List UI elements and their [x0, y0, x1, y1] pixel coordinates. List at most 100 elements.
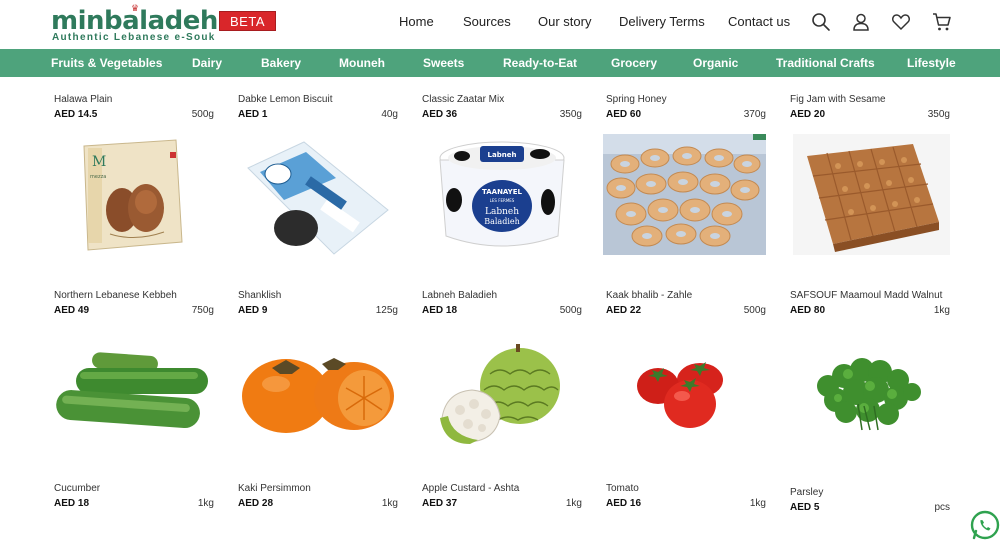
product-card[interactable]: Kaki Persimmon AED 28 1kg — [238, 483, 398, 513]
shanklish-pack-image[interactable] — [244, 140, 390, 256]
svg-text:Baladieh: Baladieh — [484, 217, 520, 226]
product-weight: 500g — [191, 109, 214, 120]
product-price: AED 20 — [790, 109, 826, 120]
kaak-bread-image[interactable] — [603, 134, 766, 255]
product-card[interactable]: Fig Jam with Sesame AED 20 350g — [790, 94, 950, 124]
product-price: AED 49 — [54, 305, 90, 316]
user-icon[interactable] — [851, 12, 871, 32]
product-card[interactable]: Classic Zaatar Mix AED 36 350g — [422, 94, 582, 124]
product-price: AED 28 — [238, 498, 274, 509]
product-name: SAFSOUF Maamoul Madd Walnut — [790, 290, 943, 301]
category-ready-to-eat[interactable]: Ready-to-Eat — [503, 56, 577, 70]
product-card[interactable]: Shanklish AED 9 125g — [238, 290, 398, 320]
product-weight: 370g — [743, 109, 766, 120]
labneh-tub-image[interactable]: Labneh TAANAYEL LES FERMES Labneh Baladi… — [436, 140, 568, 252]
nav-our-story[interactable]: Our story — [538, 14, 591, 29]
persimmon-image[interactable] — [242, 354, 394, 434]
product-weight: 500g — [743, 305, 766, 316]
maamoul-tray-image[interactable] — [793, 134, 950, 255]
category-grocery[interactable]: Grocery — [611, 56, 657, 70]
svg-text:TAANAYEL: TAANAYEL — [482, 188, 523, 196]
nav-contact-us[interactable]: Contact us — [728, 14, 790, 29]
product-price: AED 80 — [790, 305, 826, 316]
product-price: AED 9 — [238, 305, 268, 316]
category-fruits-vegetables[interactable]: Fruits & Vegetables — [51, 56, 162, 70]
product-card[interactable]: Spring Honey AED 60 370g — [606, 94, 766, 124]
category-mouneh[interactable]: Mouneh — [339, 56, 385, 70]
nav-home[interactable]: Home — [399, 14, 434, 29]
kebbeh-box-image[interactable]: M mezza — [80, 138, 184, 252]
product-card[interactable]: Tomato AED 16 1kg — [606, 483, 766, 513]
category-sweets[interactable]: Sweets — [423, 56, 464, 70]
heart-icon[interactable] — [891, 12, 911, 32]
parsley-image[interactable] — [808, 356, 924, 432]
product-weight: 1kg — [197, 498, 214, 509]
product-name: Labneh Baladieh — [422, 290, 498, 301]
product-price: AED 1 — [238, 109, 268, 120]
beta-badge: BETA — [219, 11, 276, 31]
svg-text:Labneh: Labneh — [488, 151, 517, 159]
product-weight: 1kg — [749, 498, 766, 509]
product-weight: pcs — [934, 502, 950, 513]
category-bakery[interactable]: Bakery — [261, 56, 301, 70]
category-bar: Fruits & Vegetables Dairy Bakery Mouneh … — [0, 49, 1000, 77]
custard-apple-image[interactable] — [438, 344, 566, 446]
product-name: Cucumber — [54, 483, 101, 494]
category-lifestyle[interactable]: Lifestyle — [907, 56, 956, 70]
crown-icon: ♛ — [131, 3, 140, 13]
cucumber-image[interactable] — [54, 350, 210, 442]
product-weight: 750g — [191, 305, 214, 316]
brand-tagline: Authentic Lebanese e-Souk — [52, 32, 216, 43]
product-price: AED 16 — [606, 498, 642, 509]
brand-logo[interactable]: minbaladeh ♛ Authentic Lebanese e-Souk — [51, 3, 226, 46]
product-name: Shanklish — [238, 290, 282, 301]
svg-text:Labneh: Labneh — [485, 207, 519, 217]
tomato-image[interactable] — [636, 362, 726, 430]
product-weight: 350g — [927, 109, 950, 120]
svg-text:M: M — [92, 154, 106, 170]
product-card[interactable]: SAFSOUF Maamoul Madd Walnut AED 80 1kg — [790, 290, 950, 320]
category-dairy[interactable]: Dairy — [192, 56, 222, 70]
product-weight: 1kg — [565, 498, 582, 509]
nav-sources[interactable]: Sources — [463, 14, 511, 29]
product-card[interactable]: Parsley AED 5 pcs — [790, 487, 950, 517]
product-card[interactable]: Kaak bhalib - Zahle AED 22 500g — [606, 290, 766, 320]
svg-text:LES FERMES: LES FERMES — [490, 198, 515, 203]
product-price: AED 18 — [422, 305, 458, 316]
product-name: Fig Jam with Sesame — [790, 94, 886, 105]
product-price: AED 36 — [422, 109, 458, 120]
cart-icon[interactable] — [932, 12, 952, 32]
svg-text:mezza: mezza — [90, 174, 106, 180]
product-weight: 500g — [559, 305, 582, 316]
search-icon[interactable] — [811, 12, 831, 32]
product-price: AED 14.5 — [54, 109, 98, 120]
product-card[interactable]: Dabke Lemon Biscuit AED 1 40g — [238, 94, 398, 124]
product-weight: 125g — [375, 305, 398, 316]
product-name: Halawa Plain — [54, 94, 113, 105]
product-price: AED 22 — [606, 305, 642, 316]
product-name: Dabke Lemon Biscuit — [238, 94, 333, 105]
product-card[interactable]: Cucumber AED 18 1kg — [54, 483, 214, 513]
product-weight: 1kg — [933, 305, 950, 316]
product-price: AED 37 — [422, 498, 458, 509]
product-price: AED 60 — [606, 109, 642, 120]
product-name: Apple Custard - Ashta — [422, 483, 520, 494]
product-name: Kaak bhalib - Zahle — [606, 290, 693, 301]
category-organic[interactable]: Organic — [693, 56, 738, 70]
category-traditional-crafts[interactable]: Traditional Crafts — [776, 56, 875, 70]
product-card[interactable]: Apple Custard - Ashta AED 37 1kg — [422, 483, 582, 513]
whatsapp-icon[interactable] — [970, 510, 1000, 540]
product-name: Spring Honey — [606, 94, 667, 105]
product-weight: 1kg — [381, 498, 398, 509]
product-name: Classic Zaatar Mix — [422, 94, 505, 105]
product-name: Tomato — [606, 483, 639, 494]
product-card[interactable]: Halawa Plain AED 14.5 500g — [54, 94, 214, 124]
product-card[interactable]: Northern Lebanese Kebbeh AED 49 750g — [54, 290, 214, 320]
site-header: minbaladeh ♛ Authentic Lebanese e-Souk B… — [0, 0, 1000, 49]
product-weight: 350g — [559, 109, 582, 120]
product-price: AED 18 — [54, 498, 90, 509]
product-card[interactable]: Labneh Baladieh AED 18 500g — [422, 290, 582, 320]
product-name: Northern Lebanese Kebbeh — [54, 290, 177, 301]
product-name: Kaki Persimmon — [238, 483, 311, 494]
nav-delivery-terms[interactable]: Delivery Terms — [619, 14, 705, 29]
